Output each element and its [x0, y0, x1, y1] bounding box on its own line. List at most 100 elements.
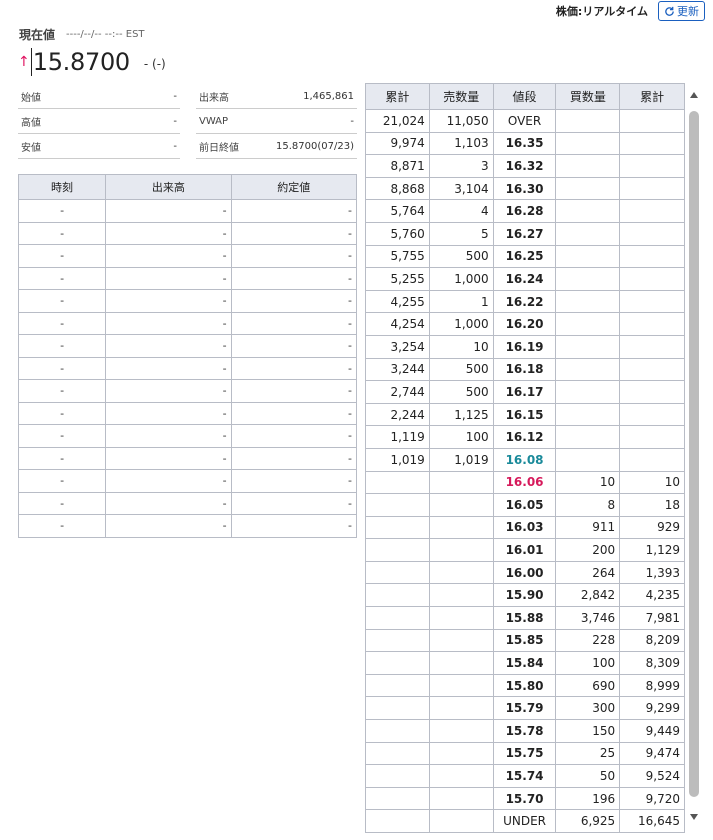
ask-cumulative-cell	[365, 606, 430, 630]
board-column-header: 値段	[492, 83, 557, 110]
trade-cell: -	[105, 469, 232, 493]
bid-quantity-cell: 264	[555, 560, 621, 585]
table-row: ---	[17, 491, 358, 515]
price-cell: 16.30	[492, 176, 557, 201]
price-cell: 16.20	[492, 312, 557, 336]
order-book-row: 15.79 300 9,299	[365, 696, 685, 721]
order-book-row: 1,019 1,019 16.08	[365, 447, 685, 472]
trade-cell: -	[17, 289, 107, 313]
price-cell: 16.28	[492, 199, 557, 223]
bid-cumulative-cell: 16,645	[619, 809, 685, 833]
table-row: ---	[17, 356, 358, 380]
trade-cell: -	[230, 424, 358, 448]
bid-quantity-cell: 228	[555, 628, 621, 653]
refresh-icon	[665, 6, 674, 16]
info-value: 1,465,861	[252, 84, 357, 109]
bid-quantity-cell	[555, 357, 621, 382]
info-row: 高値 -	[18, 108, 180, 134]
ask-quantity-cell	[428, 583, 494, 608]
price-cell: 16.25	[492, 244, 557, 269]
order-book-row: 5,255 1,000 16.24	[365, 267, 685, 291]
bid-cumulative-cell: 18	[619, 493, 685, 517]
price-cell: OVER	[492, 109, 557, 133]
bid-cumulative-cell	[619, 289, 685, 314]
trade-column-header: 出来高	[105, 174, 232, 200]
info-table-left: 始値 - 高値 - 安値 -	[18, 84, 180, 159]
bid-cumulative-cell: 9,720	[619, 786, 685, 811]
info-label: 前日終値	[196, 133, 253, 159]
bid-quantity-cell	[555, 380, 621, 404]
ask-cumulative-cell: 5,764	[365, 199, 430, 223]
order-book-row: 5,760 5 16.27	[365, 221, 685, 246]
ask-cumulative-cell: 3,244	[365, 357, 430, 382]
ask-cumulative-cell	[365, 470, 430, 495]
ask-cumulative-cell: 1,119	[365, 425, 430, 449]
order-book-row: 16.00 264 1,393	[365, 560, 685, 585]
order-book-scrollbar[interactable]	[688, 88, 700, 824]
trade-cell: -	[230, 266, 358, 290]
price-mode-label: 株価:リアルタイム	[555, 5, 648, 18]
table-row: ---	[17, 424, 358, 448]
bid-quantity-cell	[555, 312, 621, 336]
bid-cumulative-cell	[619, 131, 685, 156]
price-cell: 15.85	[492, 628, 557, 653]
bid-quantity-cell	[555, 402, 621, 427]
ask-cumulative-cell: 21,024	[365, 109, 430, 133]
ask-cumulative-cell: 3,254	[365, 334, 430, 359]
trade-cell: -	[230, 446, 358, 470]
price-cell: 16.17	[492, 380, 557, 404]
bid-quantity-cell: 911	[555, 515, 621, 540]
scroll-up-arrow-icon[interactable]	[688, 88, 700, 102]
trade-cell: -	[105, 379, 232, 403]
info-value: -	[136, 84, 180, 109]
ask-cumulative-cell	[365, 538, 430, 562]
order-book-row: 16.03 911 929	[365, 515, 685, 540]
bid-cumulative-cell: 8,999	[619, 673, 685, 698]
board-column-header: 累計	[365, 83, 430, 110]
bid-cumulative-cell	[619, 357, 685, 382]
bid-cumulative-cell: 929	[619, 515, 685, 540]
price-cell: UNDER	[492, 809, 557, 833]
bid-cumulative-cell	[619, 221, 685, 246]
info-value: 15.8700(07/23)	[252, 133, 357, 159]
scroll-down-arrow-icon[interactable]	[688, 810, 700, 824]
info-row: 安値 -	[18, 133, 180, 159]
refresh-label: 更新	[677, 5, 699, 18]
bid-cumulative-cell	[619, 154, 685, 178]
ask-quantity-cell	[428, 515, 494, 540]
ask-cumulative-cell	[365, 515, 430, 540]
bid-cumulative-cell: 1,129	[619, 538, 685, 562]
refresh-button[interactable]: 更新	[658, 1, 705, 21]
trade-cell: -	[17, 244, 107, 268]
order-book-row: 4,254 1,000 16.20	[365, 312, 685, 336]
ask-quantity-cell	[428, 673, 494, 698]
bid-quantity-cell: 50	[555, 764, 621, 788]
table-row: ---	[17, 266, 358, 290]
ask-quantity-cell: 1,000	[428, 267, 494, 291]
trade-cell: -	[17, 266, 107, 290]
info-label: 安値	[18, 133, 137, 159]
table-row: ---	[17, 379, 358, 403]
ask-quantity-cell	[428, 764, 494, 788]
order-book-row: 2,244 1,125 16.15	[365, 402, 685, 427]
ask-quantity-cell: 3	[428, 154, 494, 178]
ask-quantity-cell	[428, 651, 494, 675]
price-cell: 16.24	[492, 267, 557, 291]
ask-quantity-cell: 3,104	[428, 176, 494, 201]
bid-quantity-cell: 300	[555, 696, 621, 721]
price-cell: 16.35	[492, 131, 557, 156]
ask-quantity-cell: 4	[428, 199, 494, 223]
scrollbar-thumb[interactable]	[689, 111, 699, 797]
trade-history-table: 時刻 出来高 約定値 -------------------------------…	[17, 174, 358, 538]
bid-cumulative-cell	[619, 267, 685, 291]
price-cell: 15.84	[492, 651, 557, 675]
trade-column-header: 時刻	[17, 174, 107, 200]
order-book-row: 15.78 150 9,449	[365, 719, 685, 743]
price-cell: 15.70	[492, 786, 557, 811]
table-row: ---	[17, 221, 358, 245]
table-row: ---	[17, 199, 358, 223]
price-cell: 16.22	[492, 289, 557, 314]
bid-cumulative-cell	[619, 380, 685, 404]
ask-cumulative-cell: 2,244	[365, 402, 430, 427]
bid-cumulative-cell: 7,981	[619, 606, 685, 630]
